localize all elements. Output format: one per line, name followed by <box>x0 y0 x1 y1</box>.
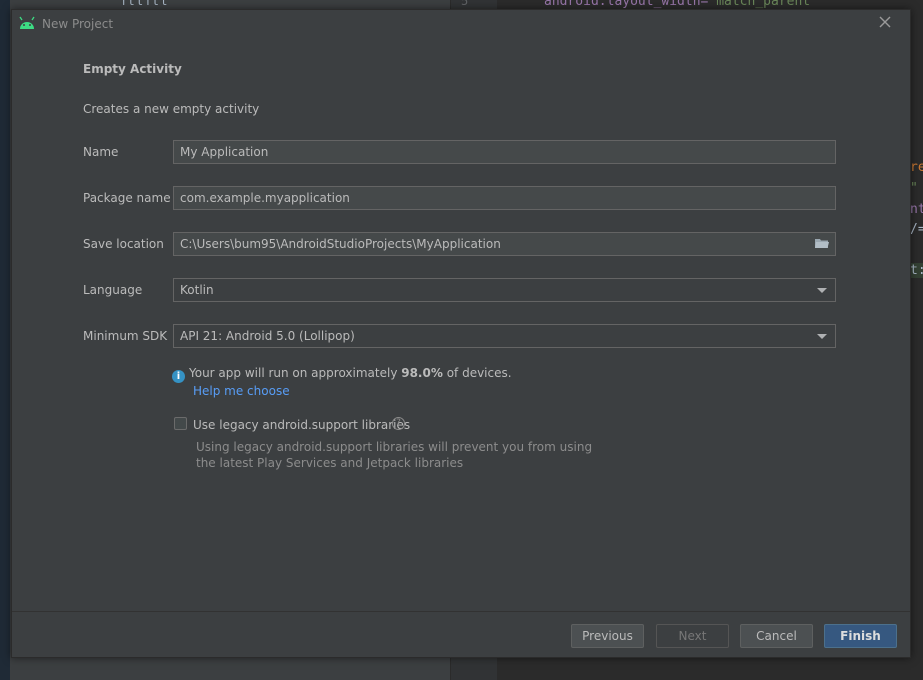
language-dropdown[interactable]: Kotlin <box>173 278 836 302</box>
package-name-field[interactable]: com.example.myapplication <box>173 186 836 210</box>
minimum-sdk-label: Minimum SDK <box>83 329 168 343</box>
ide-code-value: "match_parent" <box>708 0 818 9</box>
cancel-button[interactable]: Cancel <box>740 624 813 648</box>
previous-button[interactable]: Previous <box>571 624 644 648</box>
info-suffix: of devices. <box>442 366 512 380</box>
save-location-value: C:\Users\bum95\AndroidStudioProjects\MyA… <box>180 237 501 251</box>
chevron-down-icon <box>817 334 827 339</box>
language-value: Kotlin <box>180 283 214 297</box>
save-location-label: Save location <box>83 237 164 251</box>
coverage-percent: 98.0% <box>401 366 443 380</box>
legacy-libraries-checkbox[interactable] <box>174 417 187 430</box>
dialog-title: New Project <box>42 17 114 31</box>
ide-code-fragment: /= <box>910 222 923 237</box>
close-icon[interactable] <box>878 15 892 29</box>
ide-code-fragment: " <box>910 181 918 196</box>
legacy-description-line1: Using legacy android.support libraries w… <box>196 440 593 454</box>
package-name-label: Package name <box>83 191 171 205</box>
package-name-value: com.example.myapplication <box>180 191 350 205</box>
save-location-field[interactable]: C:\Users\bum95\AndroidStudioProjects\MyA… <box>173 232 836 256</box>
ide-tree-text: i t t l t t <box>122 0 167 8</box>
ide-left-toolstrip <box>0 0 10 680</box>
ide-code-line: android:layout_width="match_parent" <box>544 0 818 9</box>
ide-line-number: 5 <box>461 0 469 8</box>
section-title: Empty Activity <box>83 62 182 76</box>
name-field[interactable]: My Application <box>173 140 836 164</box>
name-label: Name <box>83 145 119 159</box>
legacy-libraries-label[interactable]: Use legacy android.support libraries <box>193 418 410 432</box>
dialog-titlebar: New Project <box>12 10 910 38</box>
info-prefix: Your app will run on approximately <box>189 366 402 380</box>
android-icon <box>19 16 35 29</box>
folder-icon[interactable] <box>815 238 829 249</box>
ide-code-fragment: t: <box>910 263 923 278</box>
finish-button[interactable]: Finish <box>824 624 897 648</box>
ide-code-attr: android:layout_width= <box>544 0 709 9</box>
legacy-description-line2: the latest Play Services and Jetpack lib… <box>196 456 464 470</box>
name-value: My Application <box>180 145 269 159</box>
help-question-icon[interactable]: ? <box>392 417 405 430</box>
minimum-sdk-dropdown[interactable]: API 21: Android 5.0 (Lollipop) <box>173 324 836 348</box>
minimum-sdk-value: API 21: Android 5.0 (Lollipop) <box>180 329 355 343</box>
chevron-down-icon <box>817 288 827 293</box>
new-project-dialog: New Project Empty Activity Creates a new… <box>11 9 911 658</box>
section-description: Creates a new empty activity <box>83 102 260 116</box>
footer-divider <box>12 611 910 612</box>
language-label: Language <box>83 283 143 297</box>
help-me-choose-link[interactable]: Help me choose <box>193 384 290 398</box>
ide-code-fragment: nt <box>910 202 923 217</box>
next-button[interactable]: Next <box>656 624 729 648</box>
ide-code-fragment: re <box>910 160 923 175</box>
info-icon: i <box>172 370 185 383</box>
device-coverage-info: i Your app will run on approximately 98.0… <box>172 366 512 383</box>
